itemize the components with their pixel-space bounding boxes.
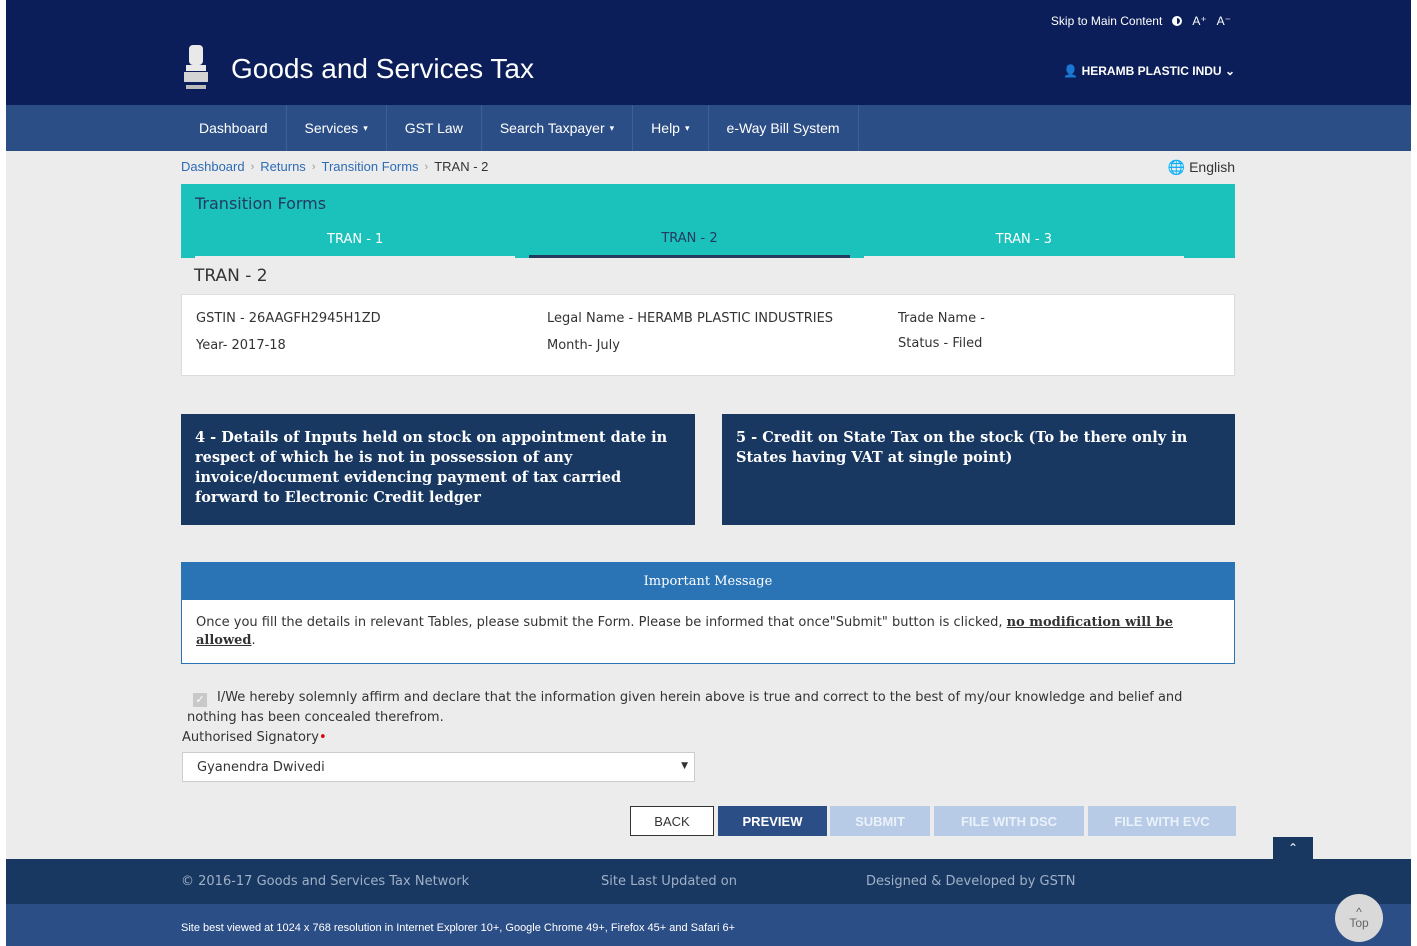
back-to-top-label: Top [1349,916,1369,930]
national-emblem-icon[interactable] [180,43,212,95]
trade-name-value: Trade Name - [898,311,985,326]
footer-updated: Site Last Updated on [601,874,737,889]
preview-button[interactable]: PREVIEW [718,806,827,836]
site-header: Goods and Services Tax 👤 HERAMB PLASTIC … [6,35,1411,105]
footer-main: © 2016-17 Goods and Services Tax Network… [6,859,1411,904]
signatory-value: Gyanendra Dwivedi [197,760,325,775]
breadcrumb-returns[interactable]: Returns [260,159,306,174]
important-message-text: Once you fill the details in relevant Ta… [196,615,1173,648]
breadcrumb-dashboard[interactable]: Dashboard [181,159,245,174]
footer-best-viewed: Site best viewed at 1024 x 768 resolutio… [181,922,736,934]
year-value: Year- 2017-18 [196,338,286,353]
footer-copyright: © 2016-17 Goods and Services Tax Network [181,874,470,889]
required-marker: • [318,730,327,745]
caret-down-icon: ▾ [609,122,615,133]
important-message-title: Important Message [182,563,1234,600]
tab-tran-2[interactable]: TRAN - 2 [529,222,850,258]
nav-gst-law[interactable]: GST Law [387,105,482,151]
month-value: Month- July [547,338,620,353]
nav-eway-bill[interactable]: e-Way Bill System [709,105,859,151]
globe-icon: 🌐 [1167,159,1186,175]
site-title[interactable]: Goods and Services Tax [231,53,534,85]
font-increase-button[interactable]: A⁺ [1192,14,1206,28]
back-to-top-button[interactable]: ^ Top [1335,894,1383,942]
breadcrumb-current: TRAN - 2 [434,159,489,174]
section-title: TRAN - 2 [194,266,268,286]
language-selector[interactable]: 🌐 English [1168,159,1235,176]
breadcrumb-separator: › [250,160,255,173]
user-menu[interactable]: 👤 HERAMB PLASTIC INDU ⌄ [1063,64,1235,78]
page: Skip to Main Content A⁺ A⁻ Goods and Ser… [6,0,1411,946]
chevron-up-icon: ⌃ [1287,841,1299,855]
taxpayer-info-card: GSTIN - 26AAGFH2945H1ZD Legal Name - HER… [181,294,1235,376]
chevron-down-icon: ⌄ [1224,64,1235,78]
transition-forms-title: Transition Forms [195,194,327,213]
footer-designed: Designed & Developed by GSTN [866,874,1076,889]
caret-down-icon: ▾ [684,122,690,133]
skip-to-main-link[interactable]: Skip to Main Content [1051,14,1162,28]
breadcrumb-transition-forms[interactable]: Transition Forms [321,159,418,174]
contrast-toggle-icon[interactable] [1172,16,1183,26]
footer-bottom: Site best viewed at 1024 x 768 resolutio… [6,904,1411,946]
status-value: Status - Filed [898,336,983,351]
breadcrumb: Dashboard › Returns › Transition Forms ›… [181,159,488,174]
dropdown-arrow-icon: ▼ [681,761,688,771]
declaration: ✓ I/We hereby solemnly affirm and declare… [187,688,1227,728]
legal-name-value: Legal Name - HERAMB PLASTIC INDUSTRIES [547,311,834,326]
declaration-text: I/We hereby solemnly affirm and declare … [187,690,1183,725]
nav-search-taxpayer[interactable]: Search Taxpayer ▾ [482,105,634,151]
nav-dashboard[interactable]: Dashboard [181,105,287,151]
submit-button[interactable]: SUBMIT [830,806,930,836]
table-5-tile[interactable]: 5 - Credit on State Tax on the stock (To… [722,414,1235,525]
transition-forms-panel: Transition Forms TRAN - 1 TRAN - 2 TRAN … [181,184,1235,258]
scroll-up-button[interactable]: ⌃ [1273,837,1313,859]
signatory-select[interactable]: Gyanendra Dwivedi ▼ [182,752,695,782]
file-with-evc-button[interactable]: FILE WITH EVC [1088,806,1236,836]
top-utility-bar: Skip to Main Content A⁺ A⁻ [6,0,1411,35]
user-name: HERAMB PLASTIC INDU [1081,64,1222,78]
signatory-label: Authorised Signatory• [182,730,327,745]
tab-tran-3[interactable]: TRAN - 3 [863,222,1184,258]
nav-services[interactable]: Services ▾ [287,105,387,151]
user-icon: 👤 [1063,64,1079,78]
form-tabs: TRAN - 1 TRAN - 2 TRAN - 3 [195,222,1198,258]
language-label: English [1189,159,1235,175]
declaration-checkbox[interactable]: ✓ [193,693,207,707]
file-with-dsc-button[interactable]: FILE WITH DSC [934,806,1084,836]
caret-down-icon: ▾ [363,122,368,133]
breadcrumb-separator: › [424,160,429,173]
font-decrease-button[interactable]: A⁻ [1217,14,1231,28]
back-button[interactable]: BACK [630,806,714,836]
important-message-box: Important Message Once you fill the deta… [181,562,1235,664]
nav-help[interactable]: Help ▾ [633,105,709,151]
main-nav: Dashboard Services ▾ GST Law Search Taxpa… [6,105,1411,151]
breadcrumb-separator: › [311,160,316,173]
gstin-value: GSTIN - 26AAGFH2945H1ZD [196,311,381,326]
table-4-tile[interactable]: 4 - Details of Inputs held on stock on a… [181,414,695,525]
tab-tran-1[interactable]: TRAN - 1 [195,222,516,258]
